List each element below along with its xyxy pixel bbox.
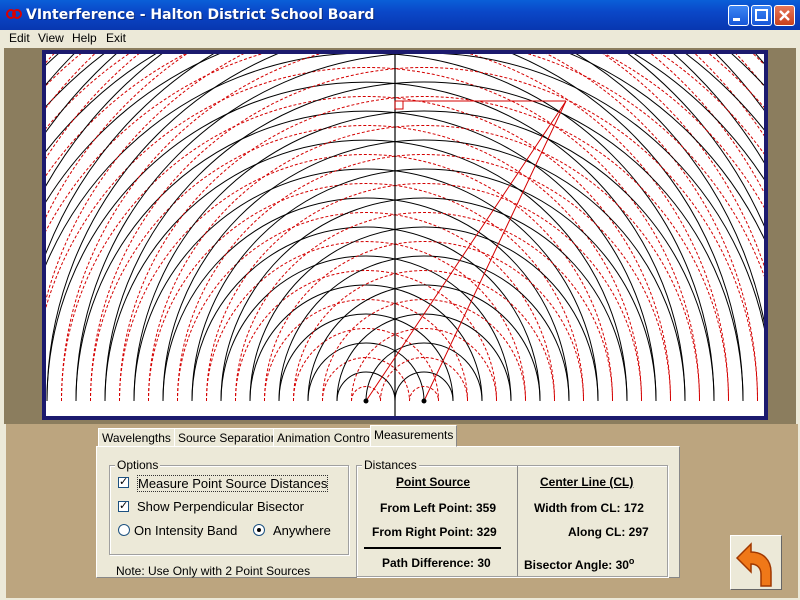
tab-measurements[interactable]: Measurements [370, 425, 458, 447]
right-angle-marker [394, 100, 404, 110]
interference-pattern[interactable] [46, 54, 764, 416]
radio-anywhere-label[interactable]: Anywhere [273, 523, 331, 538]
path-difference-rule [364, 547, 501, 549]
checkmark-icon: ✓ [119, 500, 129, 512]
trough-wavefront [90, 67, 758, 402]
back-arrow-icon [735, 542, 772, 587]
along-cl: Along CL: 297 [568, 525, 649, 539]
point-source-header: Point Source [396, 475, 471, 489]
menu-bar: Edit View Help Exit [0, 30, 800, 48]
trough-wavefront [293, 328, 439, 402]
trough-wavefront [206, 183, 642, 402]
measure-distances-label[interactable]: Measure Point Source Distances [137, 475, 329, 492]
maximize-button[interactable] [751, 5, 772, 26]
title-bar: VInterference - Halton District School B… [0, 0, 800, 30]
radio-anywhere[interactable] [253, 524, 265, 536]
point-source [421, 398, 427, 404]
menu-edit[interactable]: Edit [9, 31, 30, 45]
from-left-point: From Left Point: 359 [380, 501, 497, 515]
path-difference: Path Difference: 30 [382, 556, 491, 570]
degree-symbol: o [628, 556, 635, 566]
menu-view[interactable]: View [38, 31, 64, 45]
trough-wavefront [90, 125, 642, 402]
options-legend: Options [115, 458, 161, 472]
radio-intensity-band[interactable] [118, 524, 130, 536]
bisector-angle: Bisector Angle: 30o [524, 556, 634, 572]
tab-wavelengths[interactable]: Wavelengths [98, 428, 175, 446]
width-from-cl: Width from CL: 172 [534, 501, 644, 515]
minimize-icon [733, 18, 740, 21]
close-button[interactable] [774, 5, 795, 26]
canvas-border [42, 50, 768, 420]
note-text: Note: Use Only with 2 Point Sources [116, 564, 311, 578]
tab-animation-controls[interactable]: Animation Controls [273, 428, 383, 446]
minimize-button[interactable] [728, 5, 749, 26]
bisector-angle-value: Bisector Angle: 30 [524, 558, 629, 572]
distances-divider [517, 466, 518, 576]
radio-intensity-band-label[interactable]: On Intensity Band [134, 523, 237, 538]
distances-legend: Distances [362, 458, 419, 472]
measure-distances-checkbox[interactable]: ✓ [118, 477, 129, 488]
trough-wavefront [148, 125, 700, 402]
trough-wavefront [177, 212, 555, 402]
menu-help[interactable]: Help [72, 31, 97, 45]
maximize-icon [755, 9, 768, 21]
options-group: Options ✓ Measure Point Source Distances… [109, 458, 349, 555]
distance-line [423, 100, 567, 402]
back-button[interactable] [730, 535, 782, 590]
tab-source-separation[interactable]: Source Separation [174, 428, 282, 446]
menu-exit[interactable]: Exit [106, 31, 126, 45]
app-icon [6, 9, 22, 19]
simulation-frame [4, 48, 796, 424]
trough-wavefront [235, 212, 613, 402]
measurements-tab-page: Options ✓ Measure Point Source Distances… [96, 446, 680, 578]
distance-line [365, 100, 567, 402]
window-title: VInterference - Halton District School B… [26, 7, 375, 23]
center-line-header: Center Line (CL) [540, 475, 634, 489]
perpendicular-bisector-checkbox[interactable]: ✓ [118, 501, 129, 512]
point-source [363, 398, 369, 404]
trough-wavefront [148, 183, 584, 402]
trough-wavefront [46, 54, 729, 402]
interference-canvas[interactable] [46, 54, 764, 416]
from-right-point: From Right Point: 329 [372, 525, 497, 539]
trough-wavefront [46, 54, 758, 402]
perpendicular-bisector-label[interactable]: Show Perpendicular Bisector [137, 499, 304, 514]
distances-group: Distances Point Source From Left Point: … [356, 458, 668, 577]
close-icon [779, 10, 790, 21]
checkmark-icon: ✓ [119, 476, 129, 488]
crest-wavefront [162, 139, 686, 402]
